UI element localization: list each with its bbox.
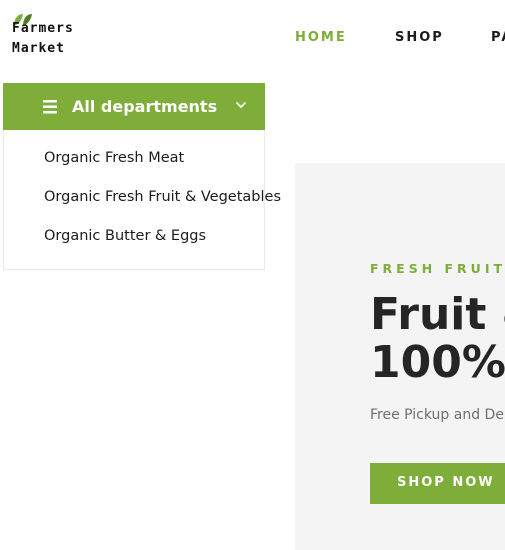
hero-eyebrow: FRESH FRUIT & (370, 261, 505, 276)
hero-headline-line1: Fruit & (370, 289, 505, 340)
department-item[interactable]: Organic Fresh Fruit & Vegetables (44, 189, 281, 205)
all-departments-label: All departments (72, 97, 218, 116)
department-item[interactable]: Organic Butter & Eggs (44, 228, 206, 244)
hero-subtitle: Free Pickup and Deli (370, 407, 505, 423)
logo-text-line1: Farmers (12, 21, 74, 36)
shop-now-label: SHOP NOW (397, 475, 495, 490)
all-departments-button[interactable]: All departments (3, 83, 265, 130)
departments-list: Organic Fresh Meat Organic Fresh Fruit &… (3, 130, 281, 270)
hero-headline-line2: 100% O (370, 337, 505, 388)
hero-headline: Fruit & 100% O (370, 291, 505, 387)
logo-text-line2: Market (12, 41, 65, 56)
site-logo[interactable]: Farmers Market (12, 12, 92, 62)
nav-pages[interactable]: PA (491, 30, 505, 45)
nav-home[interactable]: HOME (295, 30, 347, 45)
chevron-down-icon (235, 101, 247, 109)
shop-now-button[interactable]: SHOP NOW (370, 463, 505, 504)
hamburger-icon (43, 100, 57, 114)
nav-shop[interactable]: SHOP (395, 30, 444, 45)
hero-banner: FRESH FRUIT & Fruit & 100% O Free Pickup… (295, 163, 505, 550)
department-item[interactable]: Organic Fresh Meat (44, 150, 184, 166)
